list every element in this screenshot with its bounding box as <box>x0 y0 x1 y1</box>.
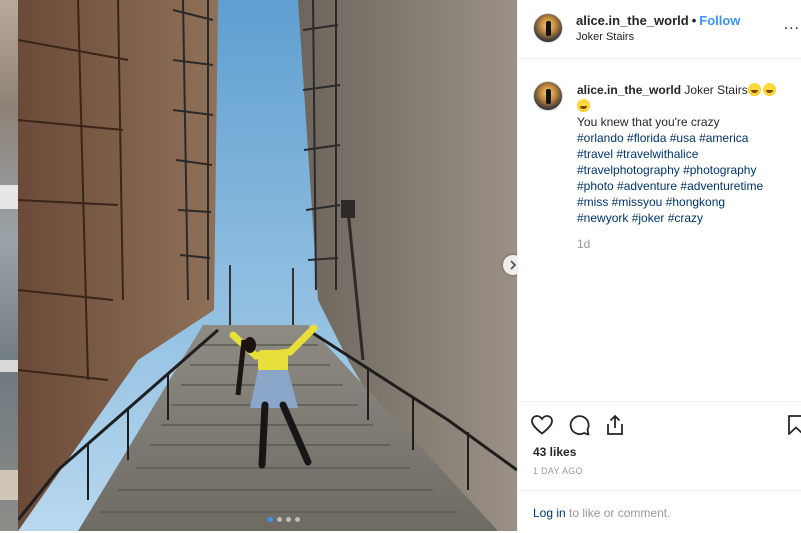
hashtag-line[interactable]: #newyork #joker #crazy <box>577 210 797 226</box>
carousel-dot-4 <box>295 517 300 522</box>
post-photo[interactable] <box>18 0 517 531</box>
post-panel: alice.in_the_world • Follow Joker Stairs .… <box>517 0 801 531</box>
laughing-emoji-icon <box>762 83 776 96</box>
chevron-right-icon <box>510 260 517 270</box>
hashtag-line[interactable]: #orlando #florida #usa #america <box>577 130 797 146</box>
post-date[interactable]: 1 DAY AGO <box>533 466 583 476</box>
next-slide-button[interactable] <box>503 255 517 275</box>
caption-comment: alice.in_the_world Joker Stairs You knew… <box>518 60 801 400</box>
location-link[interactable]: Joker Stairs <box>576 31 634 43</box>
comment-icon[interactable] <box>567 413 591 437</box>
post-header: alice.in_the_world • Follow Joker Stairs .… <box>518 0 801 59</box>
login-suffix: to like or comment. <box>565 506 671 520</box>
share-icon[interactable] <box>603 413 627 437</box>
post-actions: 43 likes 1 DAY AGO Log in to like or com… <box>518 401 801 532</box>
carousel-dot-2 <box>277 517 282 522</box>
more-icon[interactable]: ... <box>784 16 800 34</box>
hashtag-line[interactable]: #travelphotography #photography <box>577 162 797 178</box>
laughing-emoji-icon <box>577 99 590 112</box>
likes-count[interactable]: 43 likes <box>533 445 576 459</box>
previous-post-edge <box>0 0 18 531</box>
avatar[interactable] <box>533 81 563 111</box>
avatar[interactable] <box>533 13 563 43</box>
caption-line: You knew that you're crazy <box>577 115 720 129</box>
header-user-line: alice.in_the_world • Follow <box>576 13 740 28</box>
caption-title: Joker Stairs <box>684 83 748 97</box>
caption-username[interactable]: alice.in_the_world <box>577 83 681 97</box>
username-link[interactable]: alice.in_the_world <box>576 13 689 28</box>
login-link[interactable]: Log in <box>533 506 566 520</box>
bookmark-icon[interactable] <box>784 413 801 437</box>
joker-stairs-photo <box>18 0 517 531</box>
carousel-dot-3 <box>286 517 291 522</box>
hashtag-line[interactable]: #miss #missyou #hongkong <box>577 194 797 210</box>
login-prompt: Log in to like or comment. <box>518 490 801 533</box>
carousel-dot-1 <box>268 517 273 522</box>
comment-time[interactable]: 1d <box>577 237 590 251</box>
follow-button[interactable]: Follow <box>699 13 740 28</box>
hashtag-line[interactable]: #photo #adventure #adventuretime <box>577 178 797 194</box>
carousel-dots <box>268 517 300 522</box>
caption-text: alice.in_the_world Joker Stairs You knew… <box>577 82 797 226</box>
laughing-emoji-icon <box>747 83 761 96</box>
hashtag-line[interactable]: #travel #travelwithalice <box>577 146 797 162</box>
heart-icon[interactable] <box>530 413 554 437</box>
separator-dot: • <box>691 13 697 28</box>
